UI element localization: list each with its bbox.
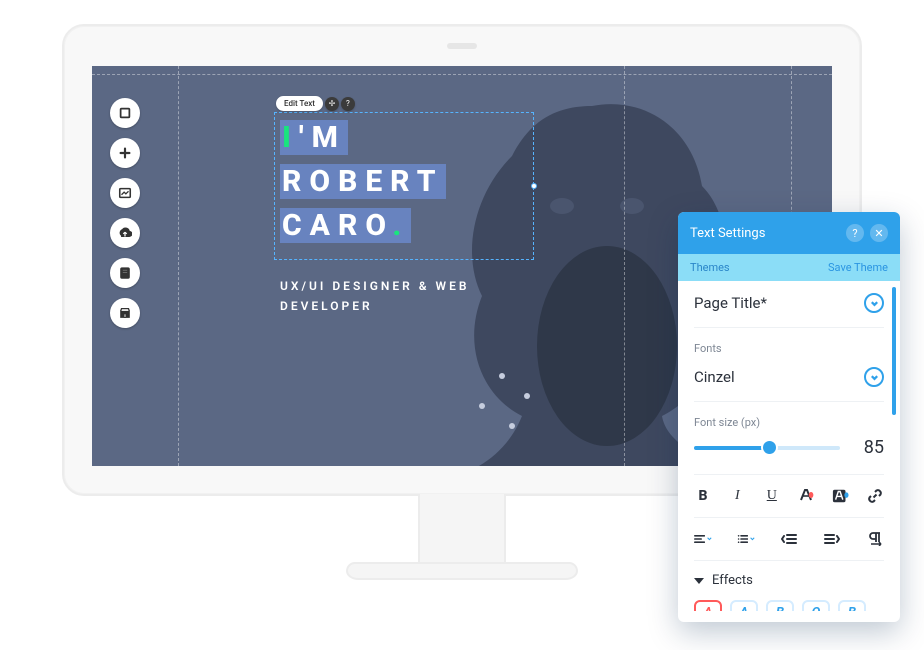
camera-notch [447,43,477,49]
text-color-button[interactable] [797,487,815,505]
effect-chip-2[interactable]: A [730,600,758,611]
effect-chip-5[interactable]: B [838,600,866,611]
left-toolbar [110,98,140,328]
toolbar-media-button[interactable] [110,178,140,208]
toolbar-store-button[interactable] [110,298,140,328]
edit-text-button[interactable]: Edit Text [276,96,323,111]
panel-header[interactable]: Text Settings ? ✕ [678,212,900,254]
italic-button[interactable]: I [728,487,746,505]
toolbar-add-button[interactable] [110,138,140,168]
highlight-color-button[interactable] [832,487,850,505]
fonts-label: Fonts [694,328,884,355]
paragraph-row [694,518,884,561]
subtitle-text[interactable]: UX/UI DESIGNER & WEB DEVELOPER [280,276,469,316]
link-button[interactable] [866,487,884,505]
theme-value: Page Title* [694,294,864,312]
underline-button[interactable]: U [763,487,781,505]
toolbar-pages-button[interactable] [110,98,140,128]
toolbar-apps-button[interactable] [110,258,140,288]
text-element[interactable]: Edit Text ✢ ? I'M ROBERT CARO. UX/UI DES… [280,116,469,316]
caret-down-icon [694,578,704,584]
font-size-row: 85 [694,429,884,475]
help-icon[interactable]: ? [341,97,355,111]
effect-chip-4[interactable]: Q [802,600,830,611]
headline-text[interactable]: I'M ROBERT CARO. [280,116,469,248]
font-value: Cinzel [694,368,864,386]
list-button[interactable] [737,530,755,548]
chevron-down-icon[interactable] [864,367,884,387]
font-size-label: Font size (px) [694,402,884,429]
text-settings-panel: Text Settings ? ✕ Themes Save Theme Page… [678,212,900,622]
panel-body: Page Title* Fonts Cinzel Font size (px) … [678,281,900,611]
monitor-stand-neck [418,494,506,568]
effects-section-toggle[interactable]: Effects [694,561,884,596]
bold-button[interactable]: B [694,487,712,505]
edit-text-toolbar: Edit Text ✢ ? [276,96,355,111]
effects-label: Effects [712,573,753,588]
chevron-down-icon[interactable] [864,293,884,313]
monitor-stand-base [346,562,578,580]
text-format-row: B I U [694,475,884,518]
themes-label: Themes [690,261,828,274]
panel-close-button[interactable]: ✕ [870,224,888,242]
themes-bar: Themes Save Theme [678,254,900,281]
font-size-value[interactable]: 85 [854,437,884,458]
text-direction-button[interactable] [866,530,884,548]
toolbar-upload-button[interactable] [110,218,140,248]
effects-chips: A A B Q B [694,596,884,611]
scrollbar-thumb[interactable] [892,287,896,415]
animation-icon[interactable]: ✢ [325,97,339,111]
theme-dropdown[interactable]: Page Title* [694,281,884,328]
save-theme-link[interactable]: Save Theme [828,261,888,274]
effect-chip-3[interactable]: B [766,600,794,611]
font-dropdown[interactable]: Cinzel [694,355,884,402]
indent-button[interactable] [823,530,841,548]
font-size-slider[interactable] [694,446,840,450]
panel-title: Text Settings [690,226,840,241]
outdent-button[interactable] [780,530,798,548]
slider-knob[interactable] [763,441,776,454]
panel-help-button[interactable]: ? [846,224,864,242]
align-button[interactable] [694,530,712,548]
effect-none[interactable]: A [694,600,722,611]
